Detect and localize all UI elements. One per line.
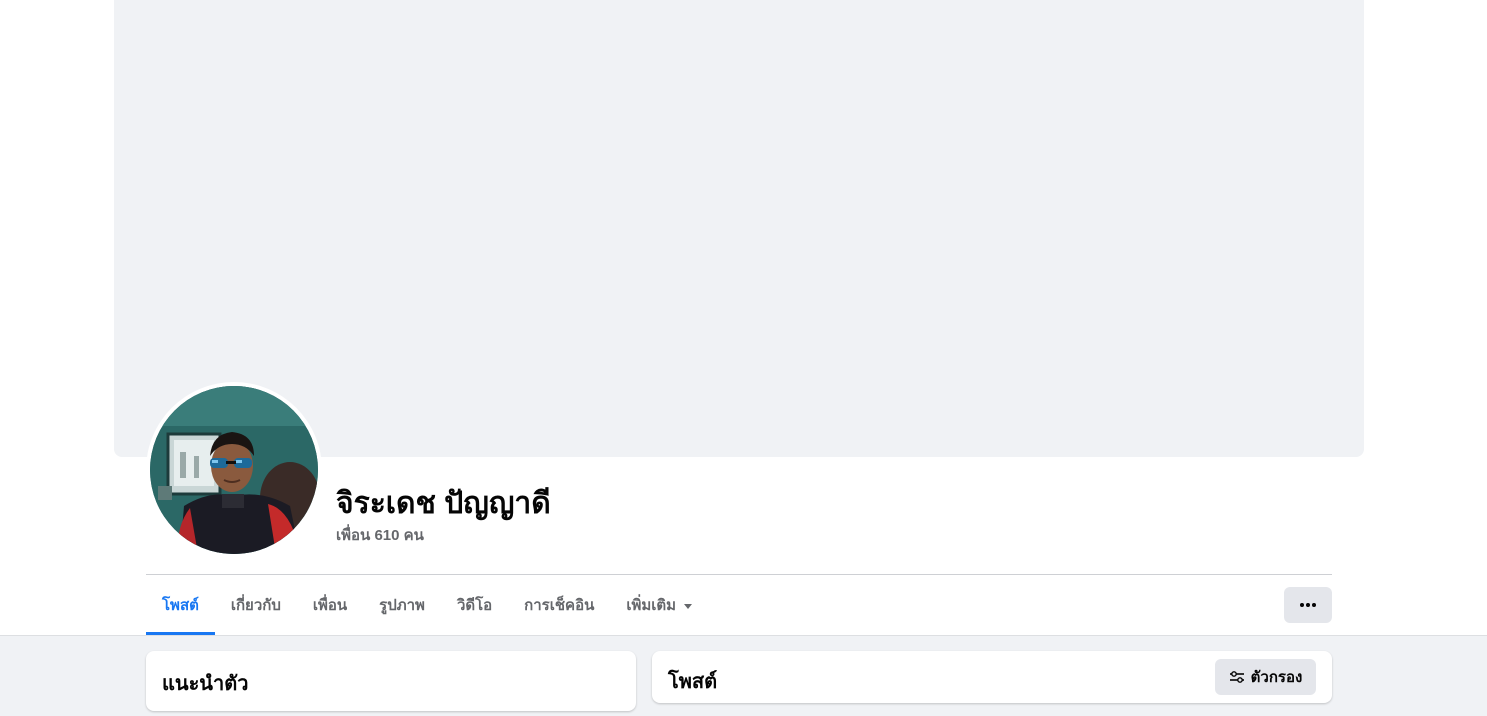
avatar-photo (150, 386, 318, 554)
posts-title: โพสต์ (668, 671, 718, 693)
tab-posts[interactable]: โพสต์ (146, 575, 215, 635)
friends-count[interactable]: เพื่อน 610 คน (336, 523, 424, 547)
tab-label: เกี่ยวกับ (230, 597, 281, 614)
tab-photos[interactable]: รูปภาพ (363, 575, 441, 635)
tab-label: การเช็คอิน (524, 597, 595, 614)
more-dots-icon (1300, 603, 1316, 607)
posts-card: โพสต์ ตัวกรอง (652, 651, 1332, 703)
more-options-button[interactable] (1284, 587, 1332, 623)
tab-more[interactable]: เพิ่มเติม (610, 575, 708, 635)
tab-label: โพสต์ (162, 597, 199, 614)
profile-avatar[interactable] (150, 386, 318, 554)
filter-button[interactable]: ตัวกรอง (1215, 659, 1316, 695)
cover-photo[interactable] (114, 0, 1364, 457)
caret-down-icon (684, 603, 693, 609)
tab-label: เพื่อน (312, 597, 348, 614)
tab-label: รูปภาพ (379, 597, 425, 614)
profile-name: จิระเดช ปัญญาดี (336, 487, 551, 520)
intro-title: แนะนำตัว (162, 673, 249, 695)
intro-card: แนะนำตัว (146, 651, 636, 711)
tab-about[interactable]: เกี่ยวกับ (215, 575, 297, 635)
tab-label: วิดีโอ (456, 597, 493, 614)
tab-label: เพิ่มเติม (626, 597, 677, 614)
tab-videos[interactable]: วิดีโอ (441, 575, 508, 635)
profile-tabs: โพสต์ เกี่ยวกับ เพื่อน รูปภาพ วิดีโอ การ… (146, 575, 708, 635)
filter-sliders-icon (1229, 671, 1244, 683)
tab-friends[interactable]: เพื่อน (297, 575, 363, 635)
filter-label: ตัวกรอง (1250, 669, 1303, 686)
tab-checkins[interactable]: การเช็คอิน (508, 575, 610, 635)
